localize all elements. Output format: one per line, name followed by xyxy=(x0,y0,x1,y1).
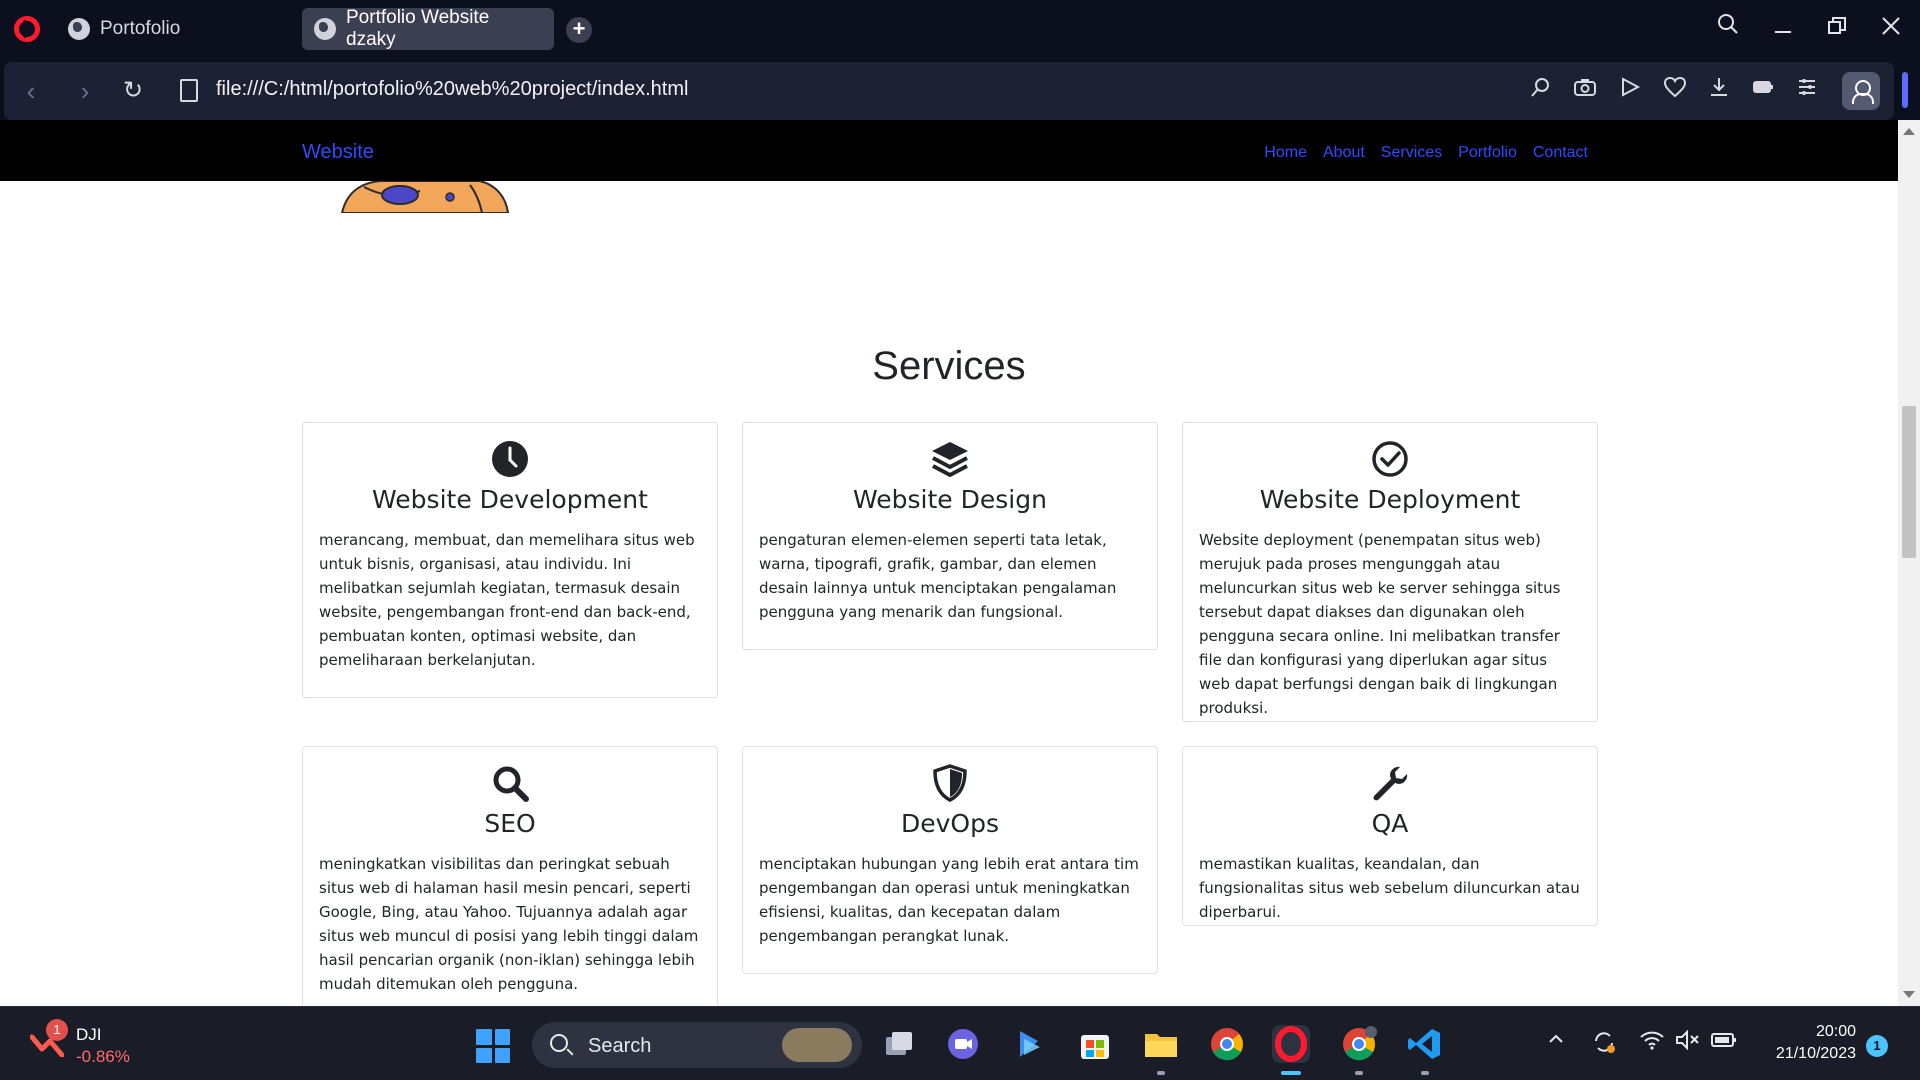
nav-about[interactable]: About xyxy=(1323,144,1365,162)
chrome-icon[interactable] xyxy=(1208,1025,1246,1063)
copilot-icon[interactable] xyxy=(1010,1025,1048,1063)
page-viewport: Website Home About Services Portfolio Co… xyxy=(0,120,1898,1006)
profile-icon[interactable] xyxy=(1842,72,1880,110)
card-title: Website Development xyxy=(372,485,648,514)
battery-icon[interactable] xyxy=(1710,1029,1738,1057)
clock-date: 21/10/2023 xyxy=(1775,1045,1856,1062)
page-search-icon[interactable] xyxy=(1526,76,1556,106)
system-clock[interactable]: 20:00 21/10/2023 xyxy=(1750,1021,1856,1065)
wrench-icon xyxy=(1373,766,1408,801)
nav-services[interactable]: Services xyxy=(1381,144,1442,162)
search-label: Search xyxy=(588,1035,652,1057)
card-text: pengaturan elemen-elemen seperti tata le… xyxy=(759,531,1117,621)
reload-button[interactable]: ↻ xyxy=(116,74,150,108)
check-circle-icon xyxy=(1372,441,1408,477)
chrome-profile-icon[interactable] xyxy=(1340,1025,1378,1063)
running-indicator xyxy=(1421,1071,1429,1075)
service-card-website-development: Website Development merancang, membuat, … xyxy=(302,422,718,698)
clock-icon xyxy=(492,441,528,477)
tab-title: Portfolio Website dzaky xyxy=(346,7,490,50)
download-icon[interactable] xyxy=(1704,76,1734,106)
close-window-button[interactable] xyxy=(1874,12,1908,46)
scroll-down-arrow-icon[interactable] xyxy=(1903,991,1915,998)
tab-portfolio-website[interactable]: Portfolio Website dzaky xyxy=(302,7,554,50)
send-icon[interactable] xyxy=(1615,76,1645,106)
section-title: Services xyxy=(872,344,1026,388)
file-explorer-icon[interactable] xyxy=(1142,1025,1180,1063)
service-card-seo: SEO meningkatkan visibilitas dan peringk… xyxy=(302,746,718,1006)
task-view-icon[interactable] xyxy=(880,1025,918,1063)
scroll-thumb[interactable] xyxy=(1902,406,1916,558)
nav-home[interactable]: Home xyxy=(1264,144,1307,162)
hero-illustration xyxy=(340,181,510,213)
active-app-indicator xyxy=(1281,1071,1301,1075)
clock-time: 20:00 xyxy=(1815,1023,1856,1040)
nav-contact[interactable]: Contact xyxy=(1533,144,1588,162)
windows-taskbar: 1 DJI -0.86% Search 20:00 21/10/2023 1 xyxy=(0,1006,1920,1080)
shield-icon xyxy=(933,764,967,802)
site-navbar: Website Home About Services Portfolio Co… xyxy=(0,120,1898,181)
restore-button[interactable] xyxy=(1820,12,1854,46)
camera-icon[interactable] xyxy=(1570,76,1600,106)
running-indicator xyxy=(1157,1071,1165,1075)
opera-menu-icon[interactable] xyxy=(14,16,40,42)
globe-icon xyxy=(68,18,90,40)
card-text: meningkatkan visibilitas dan peringkat s… xyxy=(319,855,699,993)
card-text: memastikan kualitas, keandalan, dan fung… xyxy=(1199,855,1580,921)
card-text: Website deployment (penempatan situs web… xyxy=(1199,531,1561,717)
card-text: merancang, membuat, dan memelihara situs… xyxy=(319,531,695,669)
card-title: QA xyxy=(1371,809,1409,838)
card-title: DevOps xyxy=(901,809,999,838)
card-title: SEO xyxy=(484,809,536,838)
start-button[interactable] xyxy=(476,1029,510,1063)
service-card-website-deployment: Website Deployment Website deployment (p… xyxy=(1182,422,1598,722)
battery-saver-icon[interactable] xyxy=(1748,76,1778,106)
search-icon xyxy=(550,1034,568,1052)
stock-name[interactable]: DJI xyxy=(76,1025,102,1045)
file-icon xyxy=(180,79,198,102)
new-tab-button[interactable]: + xyxy=(566,17,592,43)
microsoft-store-icon[interactable] xyxy=(1076,1025,1114,1063)
easy-setup-icon[interactable] xyxy=(1792,76,1822,106)
globe-icon xyxy=(314,18,336,40)
tab-title: Portofolio xyxy=(100,18,181,39)
vscode-icon[interactable] xyxy=(1406,1025,1444,1063)
search-tabs-icon[interactable] xyxy=(1711,12,1745,46)
address-toolbar: ‹ › ↻ file:///C:/html/portofolio%20web%2… xyxy=(4,62,1894,120)
sidebar-toggle[interactable] xyxy=(1902,72,1908,108)
search-highlight-image xyxy=(782,1028,852,1062)
sync-icon[interactable] xyxy=(1590,1029,1618,1057)
opera-taskbar-icon[interactable] xyxy=(1272,1025,1310,1063)
running-indicator xyxy=(1355,1071,1363,1075)
heart-icon[interactable] xyxy=(1660,76,1690,106)
service-card-devops: DevOps menciptakan hubungan yang lebih e… xyxy=(742,746,1158,974)
stock-change[interactable]: -0.86% xyxy=(76,1047,130,1067)
browser-tab-strip: Portofolio Portfolio Website dzaky + xyxy=(0,0,1920,58)
card-title: Website Design xyxy=(853,485,1047,514)
taskbar-search[interactable]: Search xyxy=(532,1022,862,1068)
back-button[interactable]: ‹ xyxy=(14,74,48,108)
volume-muted-icon[interactable] xyxy=(1674,1029,1702,1057)
address-bar[interactable]: file:///C:/html/portofolio%20web%20proje… xyxy=(216,78,688,101)
teams-chat-icon[interactable] xyxy=(944,1025,982,1063)
minimize-button[interactable] xyxy=(1766,12,1800,46)
chevron-up-icon[interactable] xyxy=(1542,1029,1570,1057)
tab-portofolio[interactable]: Portofolio xyxy=(56,8,296,50)
card-title: Website Deployment xyxy=(1259,485,1521,514)
service-card-website-design: Website Design pengaturan elemen-elemen … xyxy=(742,422,1158,650)
widget-badge: 1 xyxy=(46,1019,68,1041)
search-icon xyxy=(493,766,529,802)
card-text: menciptakan hubungan yang lebih erat ant… xyxy=(759,855,1139,945)
wifi-icon[interactable] xyxy=(1638,1029,1666,1057)
layers-icon xyxy=(932,442,968,477)
notification-badge[interactable]: 1 xyxy=(1866,1035,1888,1057)
service-card-qa: QA memastikan kualitas, keandalan, dan f… xyxy=(1182,746,1598,926)
site-brand[interactable]: Website xyxy=(302,141,374,164)
page-scrollbar[interactable] xyxy=(1898,120,1920,1006)
nav-links: Home About Services Portfolio Contact xyxy=(1264,144,1588,162)
forward-button[interactable]: › xyxy=(68,74,102,108)
nav-portfolio[interactable]: Portfolio xyxy=(1458,144,1517,162)
scroll-up-arrow-icon[interactable] xyxy=(1903,128,1915,135)
